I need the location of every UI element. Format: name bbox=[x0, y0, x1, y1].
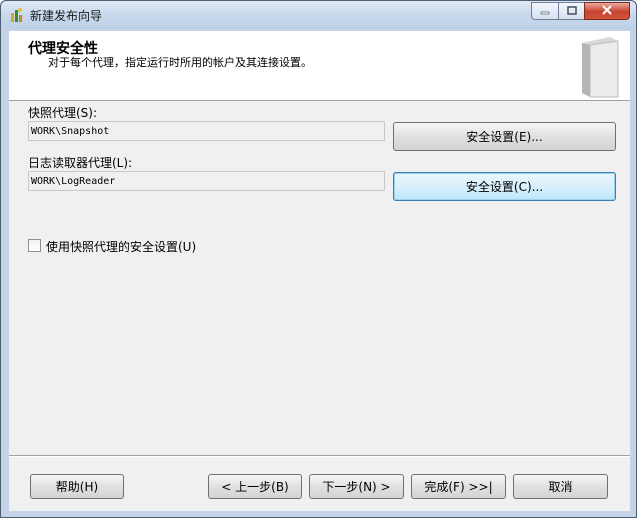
footer-divider-highlight bbox=[9, 456, 630, 457]
wizard-header: 代理安全性 对于每个代理，指定运行时所用的帐户及其连接设置。 bbox=[9, 31, 630, 101]
cancel-button[interactable]: 取消 bbox=[513, 474, 608, 499]
logreader-security-settings-button[interactable]: 安全设置(C)... bbox=[393, 172, 616, 201]
maximize-button[interactable] bbox=[558, 2, 584, 20]
minimize-button[interactable] bbox=[531, 2, 558, 20]
finish-button[interactable]: 完成(F) >>| bbox=[411, 474, 506, 499]
use-snapshot-security-label[interactable]: 使用快照代理的安全设置(U) bbox=[46, 238, 196, 255]
logreader-agent-label: 日志读取器代理(L): bbox=[28, 156, 133, 170]
snapshot-agent-label: 快照代理(S): bbox=[28, 106, 98, 120]
agent-security-panel: 快照代理(S): WORK\Snapshot 安全设置(E)... 日志读取器代… bbox=[9, 102, 630, 449]
snapshot-security-settings-button[interactable]: 安全设置(E)... bbox=[393, 122, 616, 151]
wizard-app-icon bbox=[9, 7, 25, 23]
back-button[interactable]: < 上一步(B) bbox=[208, 474, 302, 499]
next-button[interactable]: 下一步(N) > bbox=[309, 474, 404, 499]
snapshot-agent-account-field: WORK\Snapshot bbox=[28, 121, 385, 141]
close-button[interactable] bbox=[584, 2, 630, 20]
window-title: 新建发布向导 bbox=[30, 9, 103, 23]
page-subtitle: 对于每个代理，指定运行时所用的帐户及其连接设置。 bbox=[48, 56, 312, 69]
minimize-icon bbox=[540, 4, 550, 18]
wizard-window: 新建发布向导 代理安全性 对于每个代理，指定运行时所用的帐户及其连接设置。 快照… bbox=[0, 0, 637, 518]
maximize-icon bbox=[566, 4, 577, 18]
close-icon bbox=[601, 4, 613, 18]
help-button[interactable]: 帮助(H) bbox=[30, 474, 124, 499]
title-bar[interactable]: 新建发布向导 bbox=[1, 1, 636, 29]
use-snapshot-security-checkbox[interactable] bbox=[28, 239, 41, 252]
wizard-book-icon bbox=[574, 35, 624, 99]
logreader-agent-account-field: WORK\LogReader bbox=[28, 171, 385, 191]
wizard-client-area: 代理安全性 对于每个代理，指定运行时所用的帐户及其连接设置。 快照代理(S): … bbox=[9, 31, 630, 511]
